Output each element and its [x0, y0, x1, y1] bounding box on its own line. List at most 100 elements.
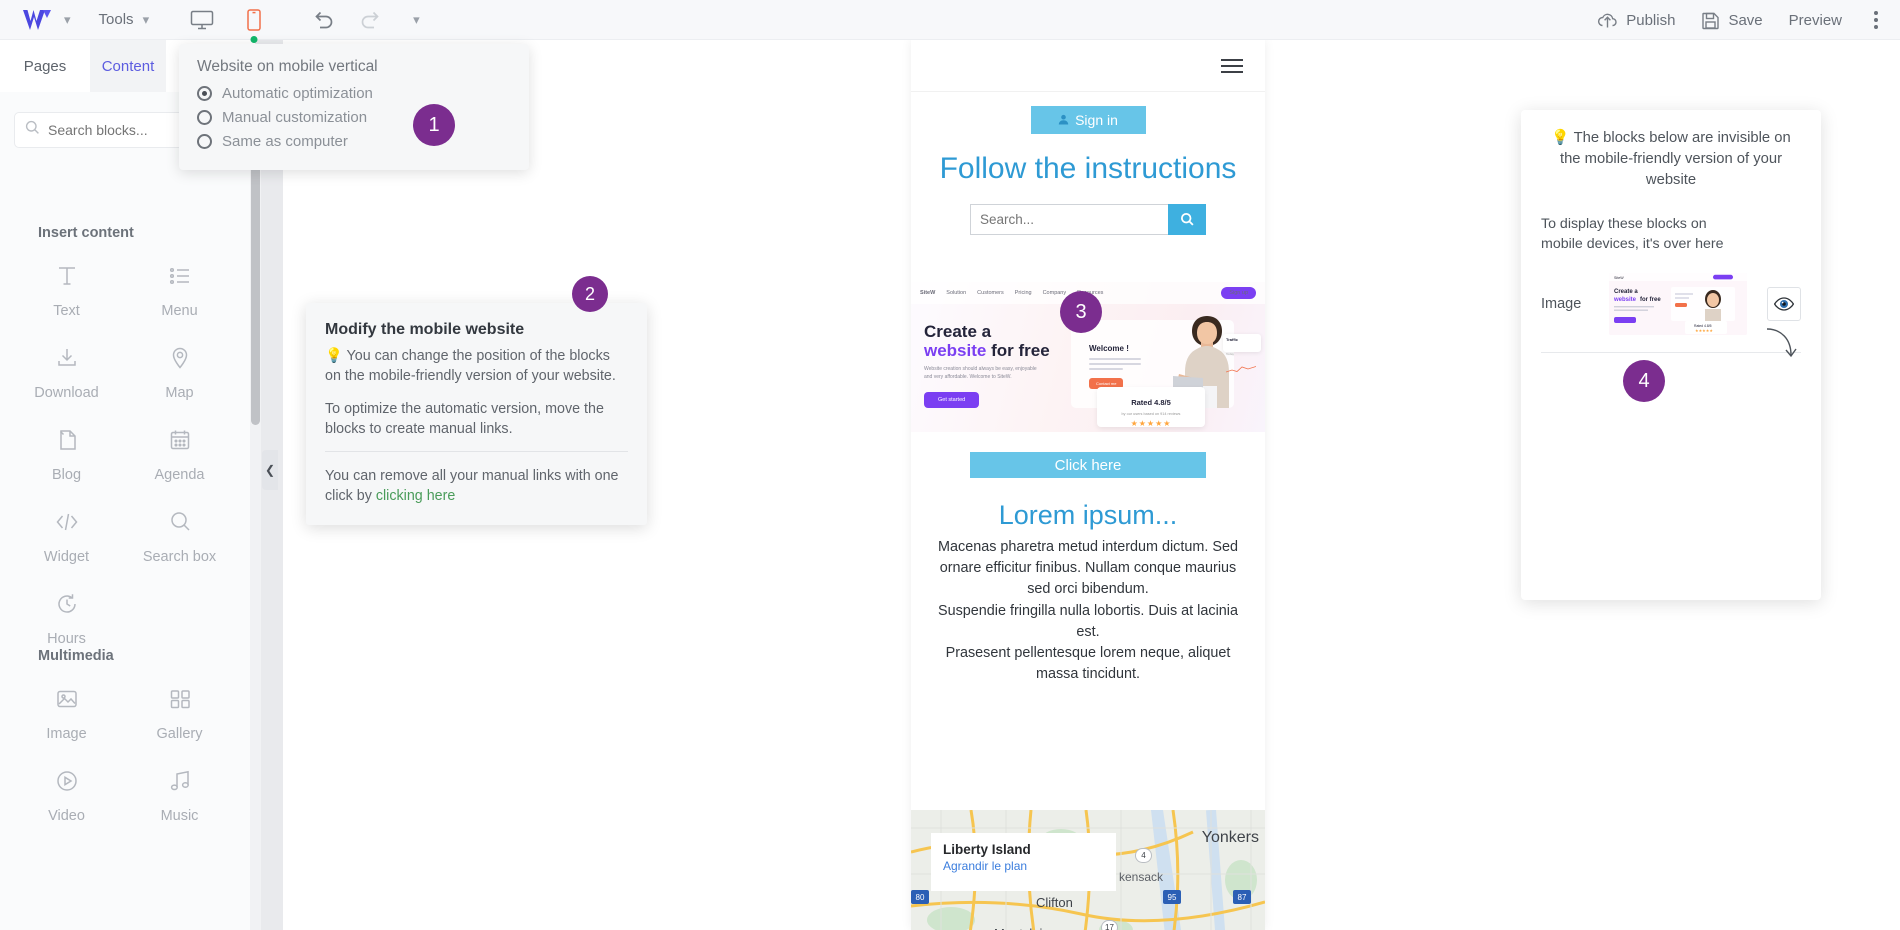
- map-block[interactable]: Liberty Island Agrandir le plan Wayne Yo…: [911, 810, 1265, 930]
- promo-subtext: Website creation should always be easy, …: [924, 366, 1037, 380]
- sidebar-item-search-box[interactable]: Search box: [123, 509, 236, 565]
- promo-traffic-sub: Today: [1226, 352, 1235, 356]
- history-dropdown-caret[interactable]: ▾: [413, 12, 420, 28]
- search-icon: [25, 120, 40, 140]
- map-label-clifton: Clifton: [1036, 895, 1073, 910]
- map-route-marker-4: 4: [1135, 848, 1152, 863]
- svg-text:for free: for free: [1640, 297, 1661, 303]
- desktop-icon[interactable]: [185, 5, 219, 35]
- radio-same-as-computer[interactable]: Same as computer: [197, 133, 511, 150]
- preview-button[interactable]: Preview: [1789, 12, 1842, 29]
- map-highway-80: 80: [911, 890, 929, 904]
- section-multimedia: Multimedia Image Gallery Video Music: [0, 648, 255, 824]
- code-brackets-icon: [54, 509, 80, 540]
- sidebar-item-gallery[interactable]: Gallery: [123, 686, 236, 742]
- sidebar-item-map[interactable]: Map: [123, 345, 236, 401]
- mobile-icon[interactable]: [237, 5, 271, 43]
- tab-content[interactable]: Content: [90, 40, 166, 92]
- logo-dropdown-caret[interactable]: ▾: [64, 12, 71, 28]
- tools-label: Tools: [98, 11, 134, 28]
- panel-divider: [1541, 351, 1801, 353]
- menu-list-icon: [167, 263, 193, 294]
- sign-in-label: Sign in: [1075, 112, 1118, 128]
- hidden-block-row-image[interactable]: Image SiteW Create a website for free Ra…: [1541, 272, 1801, 335]
- lorem-title: Lorem ipsum...: [998, 500, 1178, 530]
- popover-title: Website on mobile vertical: [197, 58, 378, 75]
- sidebar-item-label: Agenda: [154, 467, 205, 483]
- eye-icon[interactable]: [1767, 286, 1801, 321]
- clicking-here-link[interactable]: clicking here: [376, 488, 455, 504]
- sidebar-item-blog[interactable]: Blog: [10, 427, 123, 483]
- sidebar-collapse-handle[interactable]: ❮: [262, 450, 278, 490]
- sign-in-button[interactable]: Sign in: [1030, 106, 1146, 134]
- download-icon: [54, 345, 80, 376]
- sidebar-item-label: Hours: [47, 631, 86, 647]
- preview-site-header: [911, 40, 1265, 92]
- click-here-button[interactable]: Click here: [970, 452, 1206, 478]
- promo-headline-line2b: for free: [986, 341, 1050, 361]
- promo-headline-line1: Create a: [924, 322, 992, 341]
- promo-rating-card: Rated 4.8/5 by our users based on 914 re…: [1097, 387, 1205, 428]
- sidebar-item-video[interactable]: Video: [10, 768, 123, 824]
- music-note-icon: [167, 768, 193, 799]
- step-badge-4: 4: [1623, 360, 1665, 402]
- sidebar-item-label: Gallery: [156, 726, 203, 742]
- tab-pages[interactable]: Pages: [0, 40, 90, 92]
- sidebar-item-download[interactable]: Download: [10, 345, 123, 401]
- invisible-blocks-panel: 💡 The blocks below are invisible on the …: [1521, 110, 1821, 600]
- promo-nav-item: Company: [1042, 290, 1067, 296]
- left-sidebar: Pages Content Insert content Text Menu: [0, 40, 261, 930]
- hidden-block-thumbnail[interactable]: SiteW Create a website for free Rated 4.…: [1609, 272, 1747, 335]
- promo-traffic-title: Traffic: [1226, 337, 1239, 342]
- sidebar-item-agenda[interactable]: Agenda: [123, 427, 236, 483]
- hamburger-menu-icon[interactable]: [1221, 58, 1243, 73]
- card-paragraph-3-text: You can remove all your manual links wit…: [325, 468, 619, 505]
- search-icon: [167, 509, 193, 540]
- lorem-body: Macenas pharetra metud interdum dictum. …: [938, 539, 1238, 683]
- step-badge-3: 3: [1060, 291, 1102, 333]
- grid-icon: [167, 686, 193, 717]
- radio-icon: [197, 110, 212, 125]
- undo-icon[interactable]: [311, 7, 337, 33]
- invisible-blocks-heading: 💡 The blocks below are invisible on the …: [1551, 130, 1791, 188]
- sidebar-item-widget[interactable]: Widget: [10, 509, 123, 565]
- more-vertical-icon[interactable]: [1868, 5, 1884, 35]
- calendar-icon: [167, 427, 193, 458]
- promo-cta-button: Get started: [924, 392, 980, 408]
- radio-label: Manual customization: [222, 109, 368, 126]
- sidebar-item-label: Map: [165, 385, 194, 401]
- radio-automatic-optimization[interactable]: Automatic optimization: [197, 85, 511, 102]
- sidebar-item-music[interactable]: Music: [123, 768, 236, 824]
- promo-rating-title: Rated 4.8/5: [1131, 398, 1171, 407]
- top-toolbar: ▾ Tools ▾ ▾ Publish Save Preview: [0, 0, 1900, 43]
- sidebar-item-menu[interactable]: Menu: [123, 263, 236, 319]
- sidebar-item-text[interactable]: Text: [10, 263, 123, 319]
- save-button[interactable]: Save: [1701, 11, 1763, 30]
- sidebar-item-hours[interactable]: Hours: [10, 591, 123, 647]
- text-icon: [54, 263, 80, 294]
- tools-menu-button[interactable]: Tools ▾: [99, 11, 150, 28]
- step-badge-1: 1: [413, 104, 455, 146]
- preview-search-input[interactable]: [970, 204, 1168, 235]
- preview-search-button[interactable]: [1168, 204, 1206, 235]
- svg-text:Create a: Create a: [1614, 289, 1638, 295]
- publish-button[interactable]: Publish: [1597, 12, 1675, 29]
- sidebar-item-image[interactable]: Image: [10, 686, 123, 742]
- radio-manual-customization[interactable]: Manual customization: [197, 109, 511, 126]
- modify-mobile-website-card: Modify the mobile website 💡 You can chan…: [306, 303, 647, 525]
- w-logo-icon[interactable]: [20, 7, 54, 33]
- redo-icon[interactable]: [357, 7, 383, 33]
- map-expand-link[interactable]: Agrandir le plan: [943, 859, 1027, 873]
- mobile-active-dot: [250, 35, 258, 43]
- sidebar-item-label: Video: [48, 808, 85, 824]
- mobile-preview-frame: Sign in Follow the instructions SiteW So…: [911, 40, 1265, 930]
- user-icon: [1058, 112, 1069, 128]
- save-label: Save: [1728, 11, 1763, 29]
- sidebar-item-label: Music: [160, 808, 199, 824]
- promo-nav-item: Customers: [977, 290, 1004, 296]
- section-title: Multimedia: [38, 648, 114, 664]
- card-paragraph-2: To optimize the automatic version, move …: [325, 400, 604, 437]
- sidebar-item-label: Widget: [43, 549, 90, 565]
- play-circle-icon: [54, 768, 80, 799]
- mobile-mode-popover: Website on mobile vertical Automatic opt…: [179, 44, 529, 170]
